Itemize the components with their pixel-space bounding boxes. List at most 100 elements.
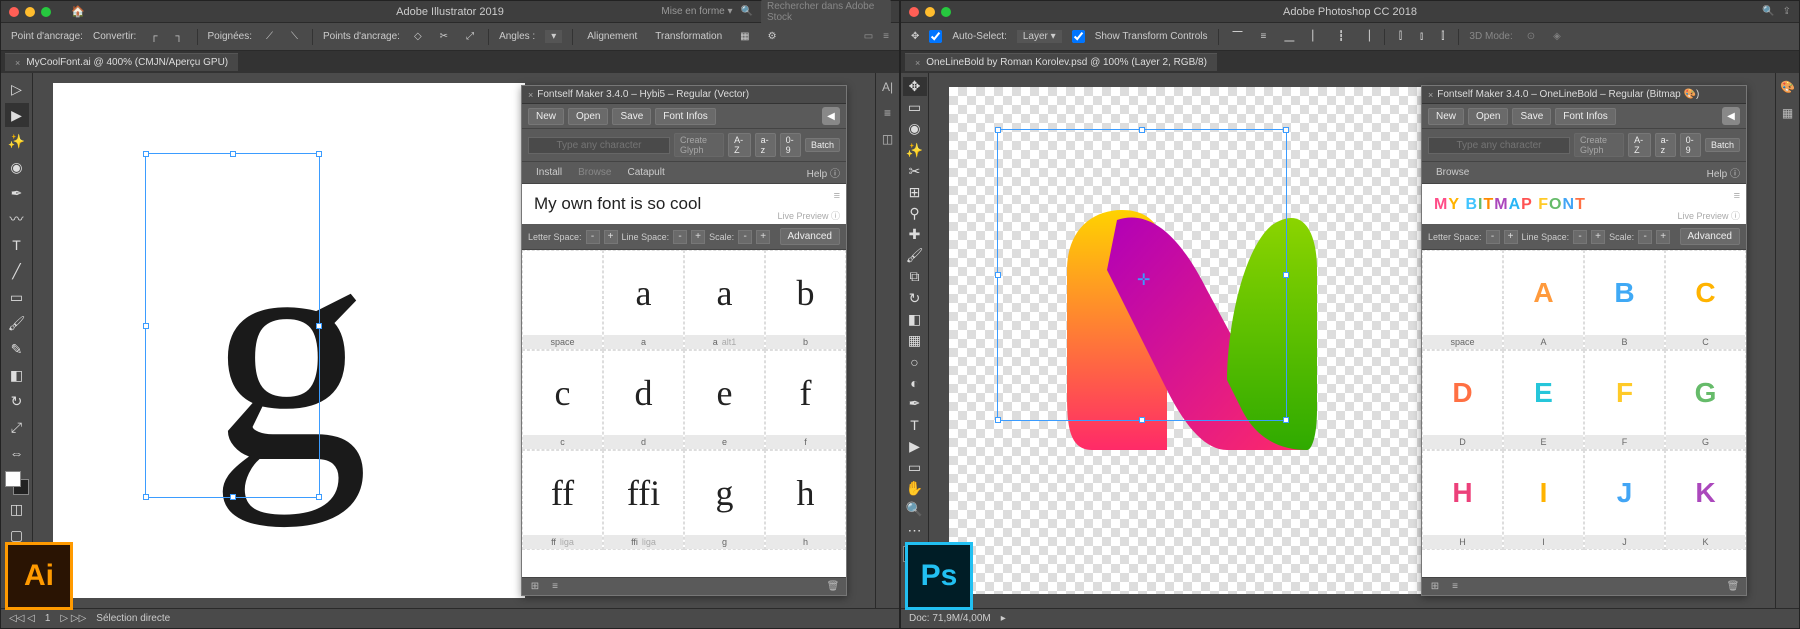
batch-button[interactable]: Batch bbox=[805, 138, 840, 152]
footer-icon-1[interactable]: ⊞ bbox=[528, 580, 542, 594]
glyph-cell[interactable]: ffiffiliga bbox=[603, 450, 684, 550]
align-top-icon[interactable]: ⎺ bbox=[1229, 30, 1247, 43]
close-tab-icon[interactable]: × bbox=[915, 58, 920, 68]
auto-select-dropdown[interactable]: Layer ▾ bbox=[1017, 30, 1062, 43]
live-preview-label[interactable]: Live Preview ⓘ bbox=[777, 209, 840, 222]
edit-toolbar[interactable]: ⋯ bbox=[903, 521, 927, 540]
line-plus[interactable]: + bbox=[691, 230, 705, 244]
preview-menu-icon[interactable]: ≡ bbox=[834, 190, 840, 202]
lasso-tool[interactable]: ◉ bbox=[5, 155, 29, 179]
handle-btn-1[interactable]: ⟋ bbox=[262, 30, 277, 43]
glyph-cell[interactable]: EE bbox=[1503, 350, 1584, 450]
glyph-cell[interactable]: AA bbox=[1503, 250, 1584, 350]
letter-minus[interactable]: - bbox=[586, 230, 600, 244]
browse-tab[interactable]: Browse bbox=[570, 165, 619, 180]
blur-tool[interactable]: ○ bbox=[903, 352, 927, 371]
shaper-tool[interactable]: ✎ bbox=[5, 337, 29, 361]
footer-icon-2[interactable]: ≡ bbox=[548, 580, 562, 594]
line-tool[interactable]: ╱ bbox=[5, 259, 29, 283]
trash-icon[interactable]: 🗑 bbox=[1726, 580, 1740, 594]
glyph-cell[interactable]: aaalt1 bbox=[684, 250, 765, 350]
advanced-button[interactable]: Advanced bbox=[1680, 228, 1740, 245]
type-tool[interactable]: T bbox=[5, 233, 29, 257]
rectangle-tool[interactable]: ▭ bbox=[5, 285, 29, 309]
glyph-grid[interactable]: spaceAABBCCDDEEFFGGHHIIJJKK bbox=[1422, 250, 1746, 577]
create-glyph-button[interactable]: Create Glyph bbox=[1574, 133, 1624, 157]
panel-toggle-2[interactable]: ≡ bbox=[883, 31, 889, 42]
angles-dropdown[interactable]: ▾ bbox=[545, 30, 562, 43]
letter-minus[interactable]: - bbox=[1486, 230, 1500, 244]
panel-toggle-1[interactable]: ▭ bbox=[864, 31, 873, 42]
glyph-cell[interactable]: CC bbox=[1665, 250, 1746, 350]
quick-select-tool[interactable]: ✨ bbox=[903, 140, 927, 159]
back-arrow-icon[interactable]: ◀ bbox=[1722, 107, 1740, 125]
letter-plus[interactable]: + bbox=[1504, 230, 1518, 244]
eraser-tool[interactable]: ◧ bbox=[5, 363, 29, 387]
libraries-icon[interactable]: ◫ bbox=[880, 131, 896, 147]
footer-icon-2[interactable]: ≡ bbox=[1448, 580, 1462, 594]
scale-minus[interactable]: - bbox=[1638, 230, 1652, 244]
open-button[interactable]: Open bbox=[568, 108, 608, 125]
font-infos-button[interactable]: Font Infos bbox=[1555, 108, 1615, 125]
layers-icon[interactable]: ≡ bbox=[880, 105, 896, 121]
extra-btn-2[interactable]: ⚙ bbox=[764, 30, 781, 43]
nums-button[interactable]: 0-9 bbox=[1680, 133, 1701, 157]
scale-plus[interactable]: + bbox=[756, 230, 770, 244]
distribute-2-icon[interactable]: ⫾ bbox=[1416, 30, 1427, 43]
type-character-input[interactable] bbox=[528, 137, 670, 154]
search-icon[interactable]: 🔍 bbox=[1762, 6, 1774, 17]
extra-btn-1[interactable]: ▦ bbox=[736, 30, 753, 43]
ps-canvas-area[interactable]: ✛ × Fontself Maker 3.4.0 – OneLineBold –… bbox=[929, 73, 1775, 608]
minimize-dot[interactable] bbox=[25, 7, 35, 17]
lasso-tool[interactable]: ◉ bbox=[903, 119, 927, 138]
frame-tool[interactable]: ⊞ bbox=[903, 183, 927, 202]
status-arrow-icon[interactable]: ▸ bbox=[1001, 613, 1006, 624]
transform-btn[interactable]: Transformation bbox=[651, 30, 726, 43]
minimize-dot[interactable] bbox=[925, 7, 935, 17]
glyph-cell[interactable]: dd bbox=[603, 350, 684, 450]
glyph-cell[interactable]: space bbox=[522, 250, 603, 350]
paintbrush-tool[interactable]: 🖌 bbox=[5, 311, 29, 335]
scale-tool[interactable]: ⤢ bbox=[5, 415, 29, 439]
rotate-tool[interactable]: ↻ bbox=[5, 389, 29, 413]
glyph-cell[interactable]: hh bbox=[765, 450, 846, 550]
glyph-cell[interactable]: cc bbox=[522, 350, 603, 450]
pen-tool[interactable]: ✒ bbox=[903, 394, 927, 413]
save-button[interactable]: Save bbox=[612, 108, 651, 125]
zoom-tool[interactable]: 🔍 bbox=[903, 500, 927, 519]
type-tool[interactable]: T bbox=[903, 416, 927, 435]
preview-menu-icon[interactable]: ≡ bbox=[1734, 190, 1740, 202]
glyph-cell[interactable]: space bbox=[1422, 250, 1503, 350]
advanced-button[interactable]: Advanced bbox=[780, 228, 840, 245]
document-canvas[interactable]: ✛ bbox=[949, 87, 1425, 594]
close-dot[interactable] bbox=[909, 7, 919, 17]
preview-area[interactable]: ≡ My own font is so cool Live Preview ⓘ bbox=[522, 184, 846, 224]
move-tool-icon[interactable]: ✥ bbox=[911, 31, 919, 42]
rectangle-tool[interactable]: ▭ bbox=[903, 458, 927, 477]
trash-icon[interactable]: 🗑 bbox=[826, 580, 840, 594]
align-vcenter-icon[interactable]: ≡ bbox=[1257, 30, 1271, 43]
footer-icon-1[interactable]: ⊞ bbox=[1428, 580, 1442, 594]
align-left-icon[interactable]: ▏ bbox=[1308, 30, 1324, 43]
new-button[interactable]: New bbox=[1428, 108, 1464, 125]
glyph-cell[interactable]: II bbox=[1503, 450, 1584, 550]
search-icon[interactable]: 🔍 bbox=[741, 6, 753, 17]
distribute-1-icon[interactable]: ⫿ bbox=[1395, 30, 1406, 43]
glyph-cell[interactable]: ee bbox=[684, 350, 765, 450]
fontself-titlebar[interactable]: × Fontself Maker 3.4.0 – OneLineBold – R… bbox=[1422, 86, 1746, 104]
glyph-cell[interactable]: HH bbox=[1422, 450, 1503, 550]
font-infos-button[interactable]: Font Infos bbox=[655, 108, 715, 125]
catapult-tab[interactable]: Catapult bbox=[619, 165, 672, 180]
zoom-dot[interactable] bbox=[41, 7, 51, 17]
batch-button[interactable]: Batch bbox=[1705, 138, 1740, 152]
az-lower-button[interactable]: a-z bbox=[1655, 133, 1676, 157]
glyph-cell[interactable]: DD bbox=[1422, 350, 1503, 450]
dodge-tool[interactable]: ◐ bbox=[903, 373, 927, 392]
convert-btn-1[interactable]: ┌ bbox=[146, 30, 161, 43]
3d-icon-2[interactable]: ◈ bbox=[1549, 30, 1565, 43]
glyph-cell[interactable]: BB bbox=[1584, 250, 1665, 350]
close-dot[interactable] bbox=[9, 7, 19, 17]
scale-minus[interactable]: - bbox=[738, 230, 752, 244]
close-tab-icon[interactable]: × bbox=[15, 58, 20, 68]
ai-canvas-area[interactable]: g × Fontself Maker 3.4.0 – Hybi5 – Regul… bbox=[33, 73, 875, 608]
